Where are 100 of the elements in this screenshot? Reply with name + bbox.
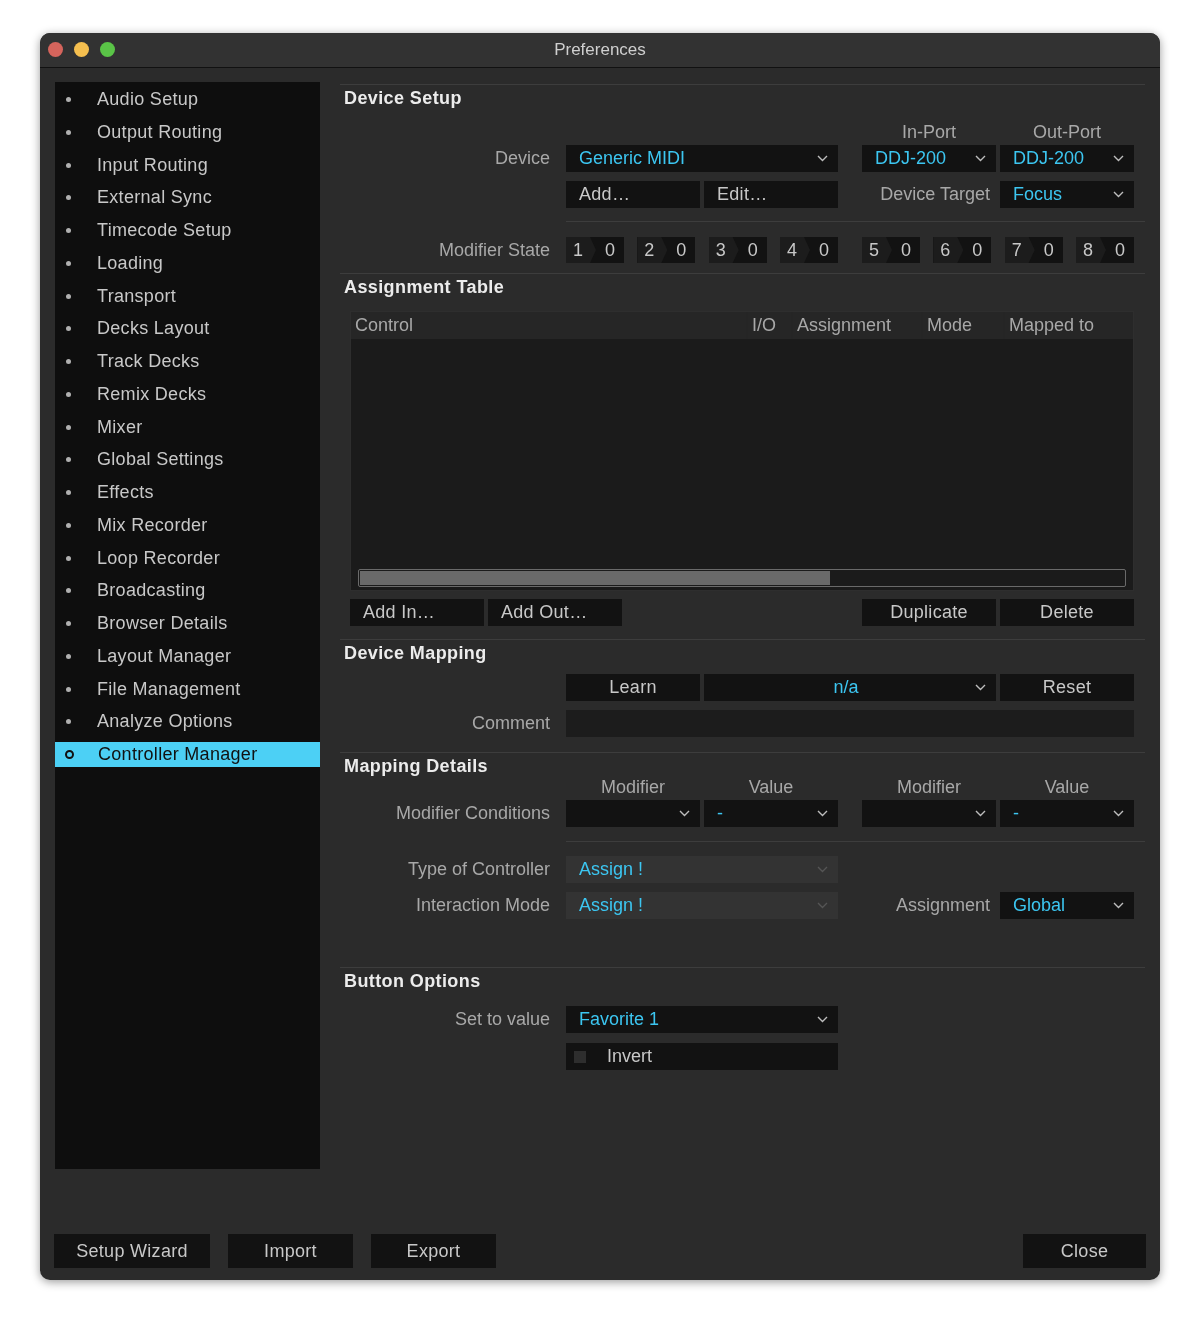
chevron-down-icon — [817, 866, 828, 873]
bullet-icon — [66, 424, 71, 430]
edit-button[interactable]: Edit… — [704, 181, 838, 208]
bullet-icon — [66, 326, 71, 332]
field-label: Comment — [470, 713, 551, 734]
bullet-icon — [66, 686, 71, 692]
minimize-window-button[interactable] — [74, 42, 89, 57]
zoom-window-button[interactable] — [100, 42, 115, 57]
bullet-icon — [66, 260, 71, 266]
mapping-dropdown[interactable]: n/a — [704, 674, 996, 701]
sidebar-item[interactable]: Output Routing — [55, 119, 320, 145]
chevron-down-icon — [817, 902, 828, 909]
set-value-dropdown[interactable]: Favorite 1 — [566, 1006, 838, 1033]
sidebar-item[interactable]: Loop Recorder — [55, 545, 320, 571]
chevron-down-icon — [1113, 191, 1124, 198]
chevron-down-icon — [679, 810, 690, 817]
table-action-button[interactable]: Duplicate — [862, 599, 996, 626]
field-label: Assignment — [894, 895, 991, 916]
section-title: Button Options — [343, 970, 482, 993]
sidebar-item[interactable]: Track Decks — [55, 349, 320, 374]
condition-dropdown[interactable]: - — [704, 800, 838, 827]
add-button[interactable]: Add… — [566, 181, 700, 208]
bullet-icon — [66, 522, 71, 528]
footer-button[interactable]: Export — [371, 1234, 496, 1268]
bullet-icon — [66, 195, 71, 201]
chevron-down-icon — [1113, 155, 1124, 162]
in-port-dropdown[interactable]: DDJ-200 — [862, 145, 996, 172]
field-label: Set to value — [453, 1009, 551, 1030]
checkbox-label[interactable]: Invert — [607, 1046, 653, 1067]
bullet-icon — [66, 293, 71, 299]
section-title: Assignment Table — [343, 276, 506, 299]
sidebar-item[interactable]: Layout Manager — [55, 643, 320, 669]
bullet-icon — [66, 588, 71, 594]
sidebar-item[interactable]: Mix Recorder — [55, 512, 320, 538]
sidebar-item[interactable]: Analyze Options — [55, 709, 320, 735]
bullet-icon — [66, 359, 71, 364]
modifier-value: 0 — [1113, 239, 1126, 262]
section-title: Mapping Details — [343, 755, 489, 778]
reset-button[interactable]: Reset — [1000, 674, 1134, 701]
modifier-value: 0 — [604, 239, 616, 262]
footer-button[interactable]: Setup Wizard — [54, 1234, 210, 1268]
sidebar-item[interactable]: Effects — [55, 480, 320, 505]
table-action-button[interactable]: Add Out… — [488, 599, 622, 626]
sidebar-item[interactable]: Loading — [55, 250, 320, 276]
field-label: Modifier State — [437, 239, 551, 261]
chevron-down-icon — [817, 155, 828, 162]
close-window-button[interactable] — [48, 42, 63, 57]
condition-dropdown[interactable] — [566, 800, 700, 827]
sidebar-item[interactable]: Decks Layout — [55, 316, 320, 342]
field-label: Interaction Mode — [414, 895, 551, 916]
device-dropdown[interactable]: Generic MIDI — [566, 145, 838, 172]
table-action-button[interactable]: Add In… — [350, 599, 484, 626]
sidebar-item[interactable]: Audio Setup — [55, 87, 320, 112]
bullet-icon — [66, 391, 71, 397]
chevron-down-icon — [817, 810, 828, 817]
modifier-number: 2 — [637, 237, 668, 263]
modifier-value: 0 — [971, 239, 984, 262]
modifier-value: 0 — [746, 239, 759, 262]
out-port-dropdown[interactable]: DDJ-200 — [1000, 145, 1134, 172]
column-label: Value — [1043, 777, 1091, 799]
footer-button[interactable]: Import — [228, 1234, 353, 1268]
scrollbar-thumb[interactable] — [360, 571, 830, 585]
chevron-down-icon — [975, 684, 986, 691]
sidebar-item[interactable]: Browser Details — [55, 611, 320, 636]
sidebar-item[interactable]: Global Settings — [55, 447, 320, 473]
chevron-down-icon — [975, 810, 986, 817]
modifier-number: 5 — [862, 237, 892, 263]
sidebar-item[interactable]: Remix Decks — [55, 381, 320, 407]
bullet-icon — [66, 228, 71, 233]
bullet-icon — [66, 457, 71, 463]
modifier-number: 8 — [1076, 237, 1106, 263]
modifier-value: 0 — [675, 239, 688, 262]
sidebar-item[interactable]: Input Routing — [55, 152, 320, 178]
bullet-icon — [66, 653, 71, 659]
sidebar-item[interactable]: Broadcasting — [55, 578, 320, 604]
condition-dropdown[interactable] — [862, 800, 996, 827]
horizontal-scrollbar[interactable] — [358, 569, 1126, 587]
modifier-value: 0 — [1042, 239, 1055, 262]
column-label: Value — [747, 777, 795, 799]
sidebar-item[interactable]: Timecode Setup — [55, 218, 320, 243]
checkbox[interactable] — [574, 1050, 586, 1063]
field-label: Device — [493, 148, 551, 169]
sidebar-item[interactable]: Controller Manager — [55, 742, 320, 767]
table-action-button[interactable]: Delete — [1000, 599, 1134, 626]
close-button[interactable]: Close — [1023, 1234, 1146, 1268]
sidebar-item[interactable]: External Sync — [55, 185, 320, 211]
device-target-dropdown[interactable]: Focus — [1000, 181, 1134, 208]
chevron-down-icon — [975, 155, 986, 162]
learn-button[interactable]: Learn — [566, 674, 700, 701]
sidebar-item[interactable]: File Management — [55, 676, 320, 702]
condition-dropdown[interactable]: - — [1000, 800, 1134, 827]
bullet-icon — [65, 750, 74, 759]
assignment-dropdown[interactable]: Global — [1000, 892, 1134, 919]
sidebar-item[interactable]: Transport — [55, 283, 320, 309]
column-label: In-Port — [901, 122, 957, 144]
section-title: Device Mapping — [343, 642, 488, 665]
modifier-number: 3 — [708, 237, 739, 263]
bullet-icon — [66, 555, 71, 561]
sidebar-item[interactable]: Mixer — [55, 414, 320, 440]
bullet-icon — [66, 490, 71, 495]
